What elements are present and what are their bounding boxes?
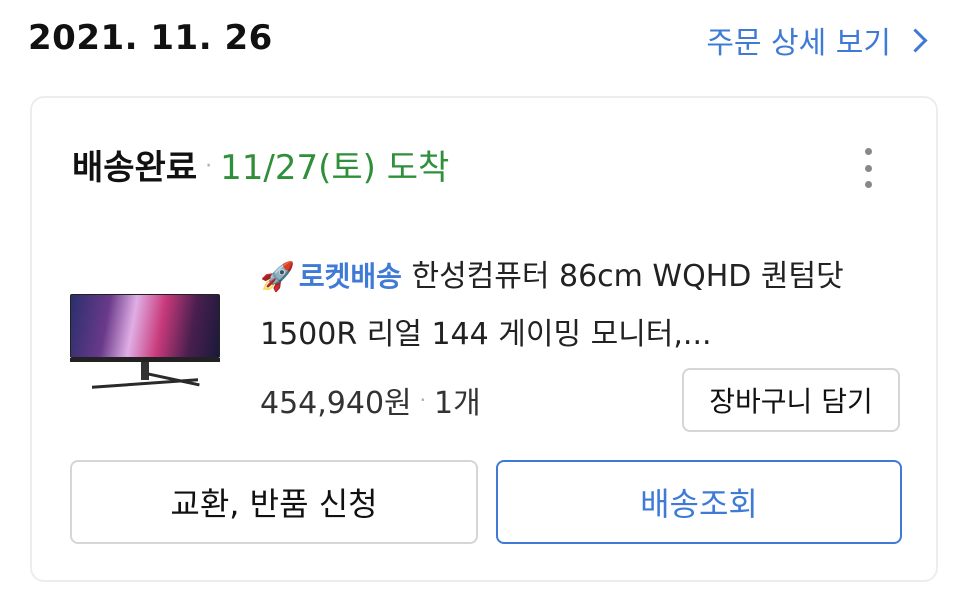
more-options-icon[interactable] <box>862 148 874 188</box>
rocket-delivery-badge: 로켓배송 <box>298 260 402 293</box>
rocket-icon: 🚀 <box>260 260 295 293</box>
product-thumbnail[interactable] <box>70 294 220 394</box>
product-title-block[interactable]: 🚀 로켓배송 한성컴퓨터 86cm WQHD 퀀텀닷 1500R 리얼 144 게… <box>260 248 900 364</box>
order-card: 배송완료 · 11/27(토) 도착 🚀 로켓배송 한성컴퓨터 86cm WQHD… <box>30 96 938 582</box>
order-date: 2021. 11. 26 <box>28 18 273 58</box>
monitor-screen <box>70 294 220 358</box>
price-row: 454,940원 · 1개 <box>260 378 481 422</box>
separator-dot: · <box>205 154 213 179</box>
delivery-status: 배송완료 <box>72 148 198 188</box>
order-detail-label: 주문 상세 보기 <box>706 26 891 61</box>
track-delivery-button[interactable]: 배송조회 <box>496 460 902 544</box>
product-price: 454,940원 <box>260 386 412 421</box>
add-to-cart-button[interactable]: 장바구니 담기 <box>682 368 900 432</box>
delivery-status-row: 배송완료 · 11/27(토) 도착 <box>72 140 449 189</box>
separator-dot: · <box>419 388 427 412</box>
arrival-date: 11/27(토) 도착 <box>220 148 450 188</box>
product-quantity: 1개 <box>434 386 481 421</box>
chevron-right-icon <box>903 27 928 53</box>
return-request-button[interactable]: 교환, 반품 신청 <box>70 460 478 544</box>
order-detail-link[interactable]: 주문 상세 보기 <box>706 18 928 62</box>
order-header: 2021. 11. 26 주문 상세 보기 <box>0 0 966 86</box>
